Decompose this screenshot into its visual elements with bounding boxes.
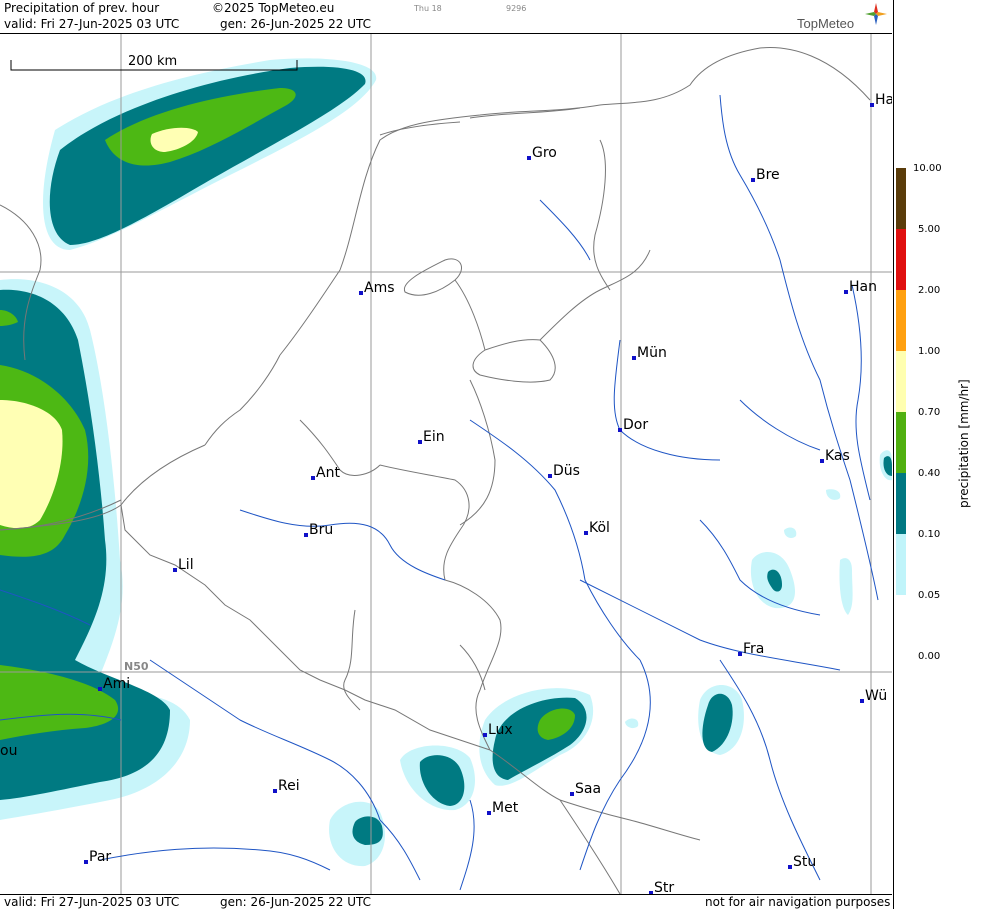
city-label-ha: Ha [875,92,892,108]
legend-swatch-005 [896,595,906,656]
legend-swatch-2 [896,290,906,351]
legend-swatch-10 [896,168,906,229]
city-label-ein: Ein [423,429,445,445]
city-label-ou: ou [0,743,17,759]
city-label-dor: Dor [623,417,648,433]
legend-level-07: 0.70 [918,407,941,418]
small-day-label: Thu 18 [414,4,442,13]
city-label-kas: Kas [825,448,850,464]
city-label-gro: Gro [532,145,557,161]
legend-swatch-07 [896,412,906,473]
city-marker-ant [311,476,315,480]
city-marker-met [487,811,491,815]
legend-swatch-01 [896,534,906,595]
city-marker-ha [870,103,874,107]
city-marker-lil [173,568,177,572]
city-marker-kol [584,531,588,535]
city-marker-saa [570,792,574,796]
precipitation-map: N50 200 km GroBreHaAms HanMünDorEinKasAn… [0,34,892,894]
city-marker-wu [860,699,864,703]
legend-title: precipitation [mm/hr] [957,379,971,508]
grid-label-n50: N50 [124,660,149,673]
city-marker-ein [418,440,422,444]
city-marker-han [844,290,848,294]
scale-label: 200 km [128,54,177,69]
city-label-ami: Ami [103,676,130,692]
map-header: Precipitation of prev. hour valid: Fri 2… [0,0,892,34]
city-label-str: Str [654,880,674,894]
city-marker-ami [98,687,102,691]
city-label-dus: Düs [553,463,580,479]
legend-swatch-5 [896,229,906,290]
city-label-par: Par [89,849,111,865]
brand-logo-text: TopMeteo [797,16,855,31]
legend-level-005: 0.05 [918,590,941,601]
city-label-bru: Bru [309,522,333,538]
city-label-kol: Köl [589,520,610,536]
city-marker-dus [548,474,552,478]
legend-level-04: 0.40 [918,468,941,479]
legend-level-2: 2.00 [918,285,941,296]
city-marker-mun [632,356,636,360]
city-marker-bre [751,178,755,182]
footer-disclaimer: not for air navigation purposes [705,895,891,909]
city-marker-dor [618,428,622,432]
city-label-ant: Ant [316,465,340,481]
city-marker-gro [527,156,531,160]
precip-teal-layer [0,66,892,845]
legend-swatch-04 [896,473,906,534]
city-label-met: Met [492,800,519,816]
city-label-saa: Saa [575,781,601,797]
city-label-mun: Mün [637,345,667,361]
city-marker-stu [788,865,792,869]
city-label-stu: Stu [793,854,816,870]
legend-level-0: 0.00 [918,651,941,662]
city-label-rei: Rei [278,778,300,794]
city-marker-rei [273,789,277,793]
city-marker-par [84,860,88,864]
city-marker-bru [304,533,308,537]
city-marker-fra [738,652,742,656]
city-label-ams: Ams [364,280,395,296]
city-label-lux: Lux [488,722,513,738]
city-label-lil: Lil [178,557,194,573]
city-label-bre: Bre [756,167,780,183]
legend-level-10: 10.00 [913,163,942,174]
city-label-wu: Wü [865,688,887,704]
city-marker-ams [359,291,363,295]
map-title: Precipitation of prev. hour [4,1,160,15]
city-label-han: Han [849,279,877,295]
map-footer: valid: Fri 27-Jun-2025 03 UTC gen: 26-Ju… [0,894,892,910]
legend-level-5: 5.00 [918,224,941,235]
footer-generated-time: gen: 26-Jun-2025 22 UTC [220,895,372,909]
small-code-label: 9296 [506,4,527,13]
city-marker-kas [820,459,824,463]
copyright: ©2025 TopMeteo.eu [212,1,335,15]
valid-time: valid: Fri 27-Jun-2025 03 UTC [4,17,180,31]
generated-time: gen: 26-Jun-2025 22 UTC [220,17,372,31]
legend-level-1: 1.00 [918,346,941,357]
city-marker-lux [483,733,487,737]
footer-valid-time: valid: Fri 27-Jun-2025 03 UTC [4,895,180,909]
compass-logo-icon [865,3,887,25]
legend-level-01: 0.10 [918,529,941,540]
legend-swatch-1 [896,351,906,412]
city-label-fra: Fra [743,641,764,657]
